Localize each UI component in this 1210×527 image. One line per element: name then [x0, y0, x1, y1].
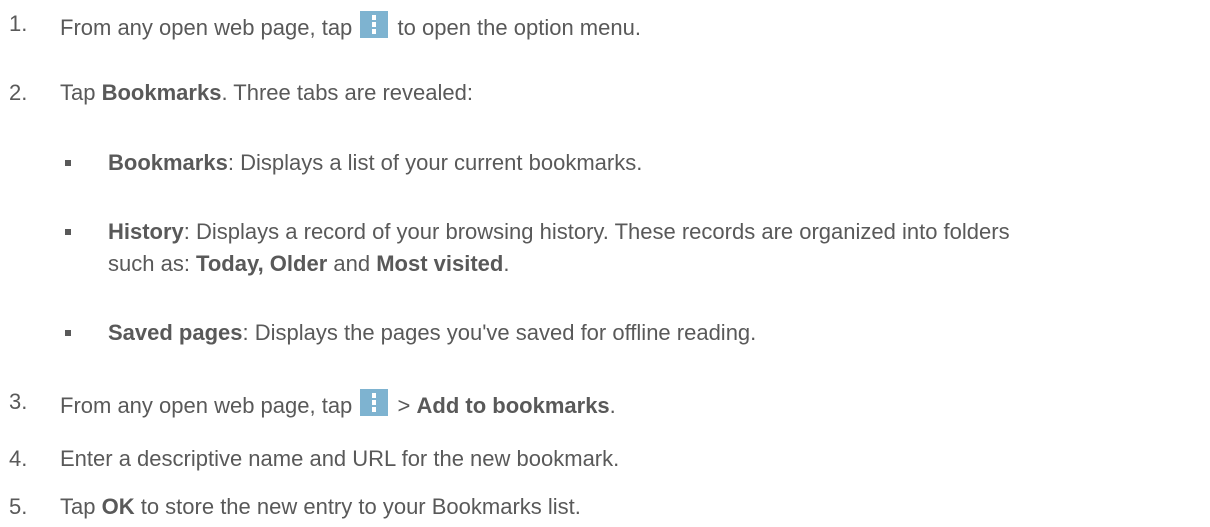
step-text-after: to open the option menu. [397, 15, 641, 40]
step-number: 1. [9, 11, 28, 36]
tab-description: Bookmarks: Displays a list of your curre… [108, 150, 642, 176]
bullet-marker [65, 330, 71, 336]
tab-text: such as: [108, 251, 197, 276]
more-options-icon [360, 11, 389, 38]
folder-name: Most visited [376, 251, 504, 276]
tab-description: Saved pages: Displays the pages you've s… [108, 320, 756, 346]
tab-name: History [108, 219, 184, 244]
step-number: 5. [9, 494, 28, 519]
tab-name: Bookmarks [108, 150, 228, 175]
step-text-before: From any open web page, tap [60, 393, 353, 418]
step-text-after: to store the new entry to your Bookmarks… [134, 494, 581, 519]
more-options-icon [360, 389, 389, 416]
step-text: From any open web page, tap > Add to boo… [60, 389, 616, 419]
tab-text: . [503, 251, 510, 276]
add-to-bookmarks-term: Add to bookmarks [416, 393, 610, 418]
step-text-after: . Three tabs are revealed: [221, 80, 473, 105]
step-number: 3. [9, 389, 28, 414]
step-text: Tap Bookmarks. Three tabs are revealed: [60, 80, 473, 106]
tab-description: History: Displays a record of your brows… [108, 219, 1010, 245]
tab-text: and [327, 251, 377, 276]
step-text-before: From any open web page, tap [60, 15, 353, 40]
folder-names: Today, Older [196, 251, 328, 276]
step-text-after: . [609, 393, 616, 418]
step-text: From any open web page, tap to open the … [60, 11, 641, 41]
bullet-marker [65, 160, 71, 166]
step-text: Enter a descriptive name and URL for the… [60, 446, 620, 471]
instructions-document: 1. From any open web page, tap to open t… [0, 0, 1210, 527]
step-text-before: Tap [60, 494, 102, 519]
step-number: 2. [9, 80, 28, 105]
ok-term: OK [101, 494, 135, 519]
tab-description-line2: such as: Today, Older and Most visited. [108, 251, 509, 277]
step-number: 4. [9, 446, 28, 471]
tab-text: : Displays the pages you've saved for of… [242, 320, 757, 345]
tab-name: Saved pages [108, 320, 243, 345]
step-text-before: Tap [60, 80, 102, 105]
tab-text: : Displays a list of your current bookma… [227, 150, 643, 175]
bullet-marker [65, 229, 71, 235]
bookmarks-term: Bookmarks [101, 80, 222, 105]
step-text: Tap OK to store the new entry to your Bo… [60, 494, 581, 520]
tab-text: : Displays a record of your browsing his… [183, 219, 1010, 244]
separator: > [397, 393, 411, 418]
